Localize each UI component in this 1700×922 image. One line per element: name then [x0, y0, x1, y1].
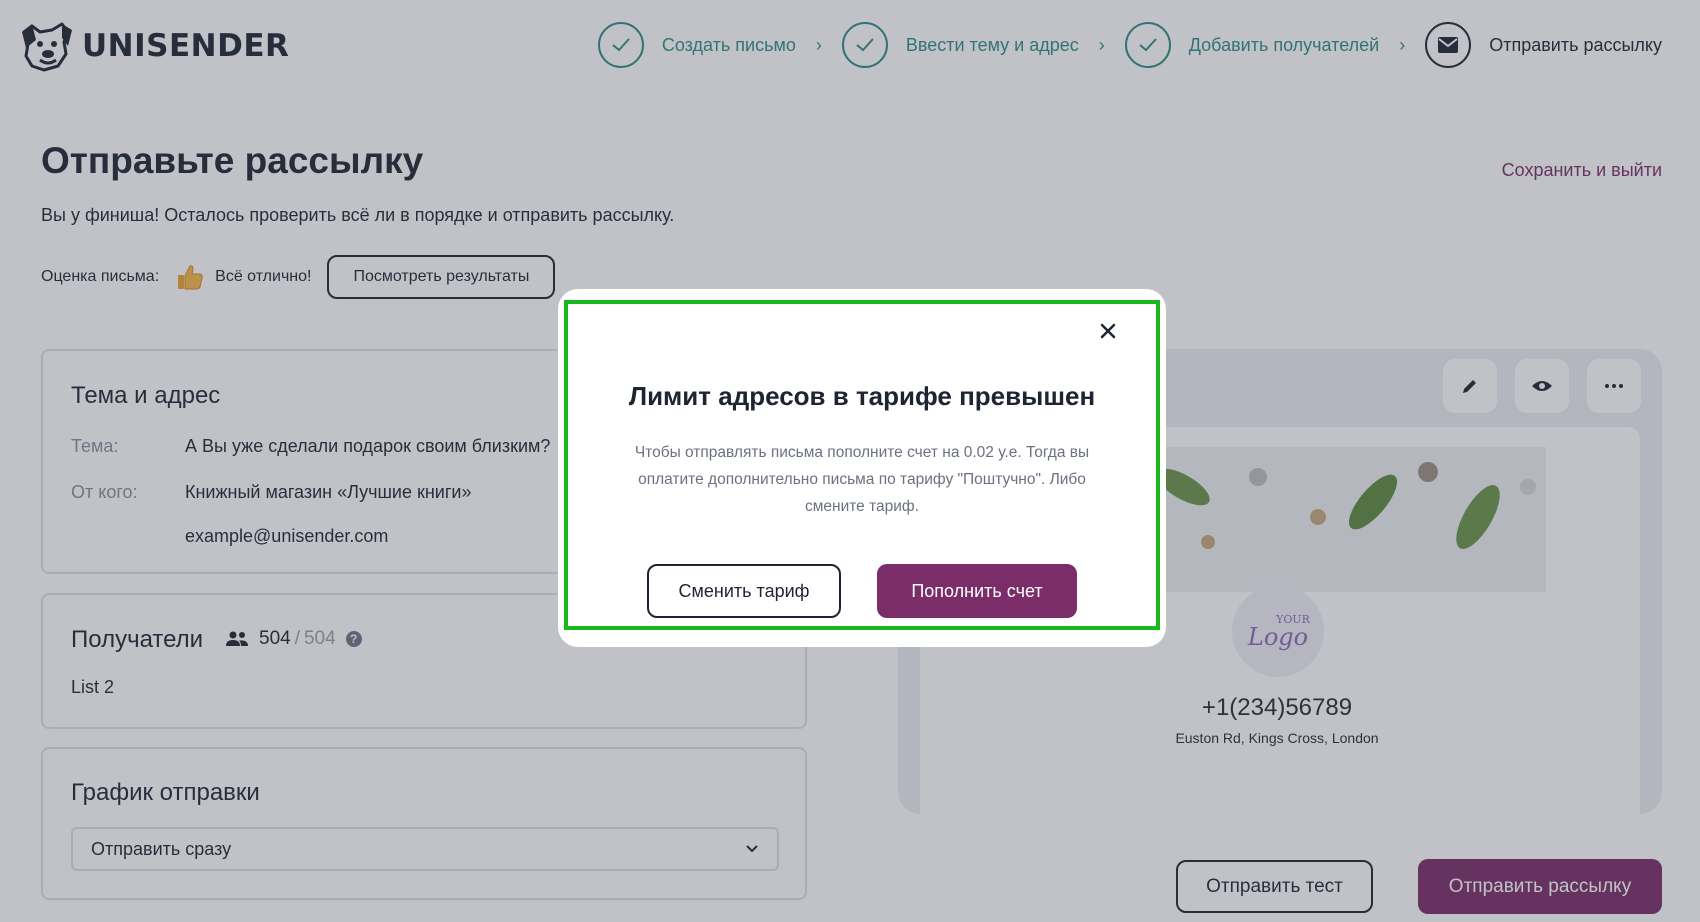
close-icon[interactable]	[1096, 319, 1120, 343]
top-up-button[interactable]: Пополнить счет	[877, 564, 1077, 618]
change-plan-button[interactable]: Сменить тариф	[647, 564, 841, 618]
modal-text: Чтобы отправлять письма пополните счет н…	[634, 444, 1090, 515]
modal-title: Лимит адресов в тарифе превышен	[628, 381, 1096, 411]
limit-exceeded-modal: Лимит адресов в тарифе превышен Чтобы от…	[558, 289, 1166, 647]
